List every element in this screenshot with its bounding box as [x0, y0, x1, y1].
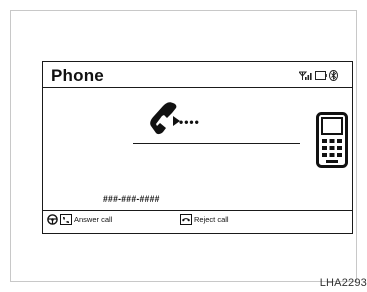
phone-answer-icon: [60, 214, 72, 225]
screen-title: Phone: [51, 66, 104, 85]
footer-divider: [43, 210, 352, 211]
phone-screen: Phone •••• ###-###-#### Answer call Reje…: [42, 61, 353, 234]
bluetooth-icon: [329, 70, 338, 81]
call-line: [133, 143, 300, 144]
reject-call-label: Reject call: [194, 215, 229, 224]
status-icons: [299, 70, 338, 81]
answer-call-button[interactable]: Answer call: [47, 214, 112, 225]
battery-icon: [315, 71, 327, 80]
figure-frame: Phone •••• ###-###-#### Answer call Reje…: [10, 10, 357, 282]
reject-call-button[interactable]: Reject call: [180, 214, 229, 225]
signal-icon: [299, 71, 312, 80]
caller-number: ###-###-####: [103, 194, 160, 204]
answer-call-label: Answer call: [74, 215, 113, 224]
call-direction-dots: ••••: [179, 115, 200, 129]
incoming-call-icon: [150, 102, 180, 135]
figure-code: LHA2293: [319, 277, 367, 289]
phone-reject-icon: [180, 214, 192, 225]
steering-wheel-icon: [47, 214, 58, 225]
mobile-phone-icon: [316, 112, 348, 168]
header-divider: [43, 87, 352, 88]
